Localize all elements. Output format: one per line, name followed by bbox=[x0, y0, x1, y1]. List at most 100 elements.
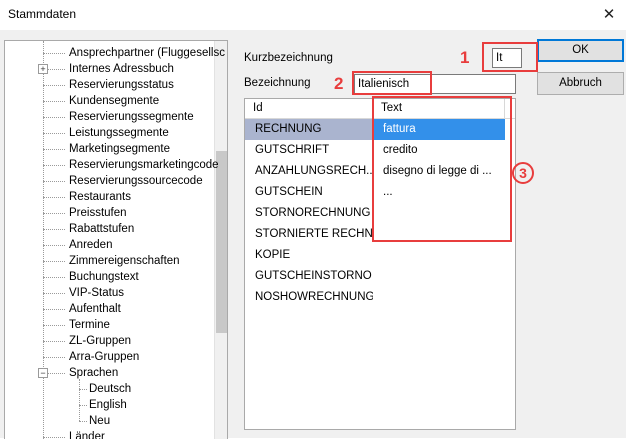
tree-item[interactable]: Kundensegmente bbox=[69, 93, 159, 109]
ok-button[interactable]: OK bbox=[537, 39, 624, 62]
tree-item[interactable]: Reservierungssourcecode bbox=[69, 173, 203, 189]
tree-scrollbar[interactable] bbox=[214, 41, 227, 439]
tree-connector-line bbox=[43, 261, 65, 262]
tree-connector-line bbox=[43, 165, 65, 166]
master-data-tree[interactable]: Ansprechpartner (Fluggesellsc Internes Ad… bbox=[4, 40, 228, 439]
tree-item-label: Leistungssegmente bbox=[69, 127, 169, 139]
tree-item[interactable]: Restaurants bbox=[69, 189, 131, 205]
tree-item-label: Deutsch bbox=[89, 383, 132, 395]
tree-connector-line bbox=[43, 213, 65, 214]
tree-item[interactable]: Aufenthalt bbox=[69, 301, 121, 317]
tree-item-label: Reservierungsstatus bbox=[69, 79, 174, 91]
callout-number-2: 2 bbox=[334, 74, 344, 93]
callout-box-1 bbox=[482, 42, 538, 72]
tree-item[interactable]: Reservierungssegmente bbox=[69, 109, 194, 125]
kurzbezeichnung-label: Kurzbezeichnung bbox=[244, 52, 333, 64]
tree-item[interactable]: Internes Adressbuch bbox=[69, 61, 174, 77]
cell-text[interactable] bbox=[373, 287, 505, 308]
tree-item-label: Internes Adressbuch bbox=[69, 63, 174, 75]
cell-id[interactable]: ANZAHLUNGSRECH... bbox=[245, 161, 373, 182]
tree-item-label: Anreden bbox=[69, 239, 113, 251]
tree-connector-line bbox=[43, 293, 65, 294]
tree-item-label: Restaurants bbox=[69, 191, 132, 203]
tree-item-label: Preisstufen bbox=[69, 207, 127, 219]
tree-item[interactable]: English bbox=[89, 397, 127, 413]
tree-item-label: Reservierungssourcecode bbox=[69, 175, 203, 187]
tree-item-label: VIP-Status bbox=[69, 287, 124, 299]
tree-connector-line bbox=[79, 405, 87, 406]
callout-box-2 bbox=[352, 71, 432, 95]
tree-item-label: Buchungstext bbox=[69, 271, 139, 283]
tree-item-label: ZL-Gruppen bbox=[69, 335, 132, 347]
table-row[interactable]: KOPIE bbox=[245, 245, 515, 266]
dialog-title: Stammdaten bbox=[8, 7, 77, 21]
cell-id[interactable]: GUTSCHEIN bbox=[245, 182, 373, 203]
expand-icon[interactable]: + bbox=[38, 64, 48, 74]
cell-id[interactable]: STORNORECHNUNG bbox=[245, 203, 373, 224]
tree-item[interactable]: Marketingsegmente bbox=[69, 141, 170, 157]
tree-item-label: Arra-Gruppen bbox=[69, 351, 140, 363]
tree-item[interactable]: Rabattstufen bbox=[69, 221, 134, 237]
tree-item[interactable]: Neu bbox=[89, 413, 110, 429]
tree-item-label: Marketingsegmente bbox=[69, 143, 170, 155]
tree-connector-line bbox=[43, 53, 65, 54]
tree-item[interactable]: Reservierungsstatus bbox=[69, 77, 174, 93]
tree-connector-line bbox=[43, 181, 65, 182]
tree-item[interactable]: Preisstufen bbox=[69, 205, 127, 221]
tree-item-label: Reservierungssegmente bbox=[69, 111, 194, 123]
callout-number-3: 3 bbox=[512, 162, 534, 184]
dialog-titlebar: Stammdaten ✕ bbox=[0, 0, 626, 30]
tree-item[interactable]: ZL-Gruppen bbox=[69, 333, 131, 349]
table-row[interactable]: NOSHOWRECHNUNG bbox=[245, 287, 515, 308]
tree-connector-line bbox=[43, 197, 65, 198]
tree-connector-line bbox=[79, 389, 87, 390]
cell-id[interactable]: NOSHOWRECHNUNG bbox=[245, 287, 373, 308]
cell-id[interactable]: STORNIERTE RECHN... bbox=[245, 224, 373, 245]
tree-connector-line bbox=[79, 421, 87, 422]
tree-connector-line bbox=[43, 85, 65, 86]
tree-connector-line bbox=[43, 149, 65, 150]
tree-item-label: Ansprechpartner (Fluggesellsc bbox=[69, 47, 225, 59]
tree-item-label: Zimmereigenschaften bbox=[69, 255, 180, 267]
cell-id[interactable]: GUTSCHEINSTORNO bbox=[245, 266, 373, 287]
tree-item[interactable]: Leistungssegmente bbox=[69, 125, 169, 141]
cell-text[interactable] bbox=[373, 266, 505, 287]
tree-item[interactable]: Arra-Gruppen bbox=[69, 349, 139, 365]
tree-item-label: Reservierungsmarketingcode bbox=[69, 159, 219, 171]
tree-item-label: Termine bbox=[69, 319, 110, 331]
tree-connector-line bbox=[43, 245, 65, 246]
tree-scrollbar-thumb[interactable] bbox=[216, 151, 227, 333]
tree-item-label: Neu bbox=[89, 415, 111, 427]
tree-item-label: Aufenthalt bbox=[69, 303, 121, 315]
bezeichnung-label: Bezeichnung bbox=[244, 77, 311, 89]
cell-id[interactable]: GUTSCHRIFT bbox=[245, 140, 373, 161]
tree-item[interactable]: Anreden bbox=[69, 237, 112, 253]
tree-item-label: English bbox=[89, 399, 127, 411]
tree-connector-line bbox=[43, 117, 65, 118]
tree-item[interactable]: Reservierungsmarketingcode bbox=[69, 157, 219, 173]
tree-connector-line bbox=[43, 133, 65, 134]
table-row[interactable]: GUTSCHEINSTORNO bbox=[245, 266, 515, 287]
tree-connector-line bbox=[43, 277, 65, 278]
tree-item[interactable]: Ansprechpartner (Fluggesellsc bbox=[69, 45, 225, 61]
cell-id[interactable]: RECHNUNG bbox=[245, 119, 373, 140]
tree-item[interactable]: Buchungstext bbox=[69, 269, 139, 285]
cell-id[interactable]: KOPIE bbox=[245, 245, 373, 266]
cancel-button[interactable]: Abbruch bbox=[537, 72, 624, 95]
tree-item[interactable]: Zimmereigenschaften bbox=[69, 253, 180, 269]
callout-box-3 bbox=[372, 96, 512, 242]
tree-connector-line bbox=[43, 357, 65, 358]
tree-item[interactable]: Deutsch bbox=[89, 381, 131, 397]
column-header-id[interactable]: Id bbox=[245, 99, 373, 118]
collapse-icon[interactable]: − bbox=[38, 368, 48, 378]
tree-connector-line bbox=[43, 309, 65, 310]
tree-item[interactable]: Termine bbox=[69, 317, 110, 333]
tree-item-label: Rabattstufen bbox=[69, 223, 135, 235]
tree-connector-line bbox=[43, 325, 65, 326]
cell-text[interactable] bbox=[373, 245, 505, 266]
tree-connector-line bbox=[79, 379, 80, 421]
close-icon[interactable]: ✕ bbox=[596, 2, 622, 28]
tree-item[interactable]: Sprachen bbox=[69, 365, 118, 381]
tree-connector-line bbox=[43, 341, 65, 342]
tree-item[interactable]: VIP-Status bbox=[69, 285, 124, 301]
